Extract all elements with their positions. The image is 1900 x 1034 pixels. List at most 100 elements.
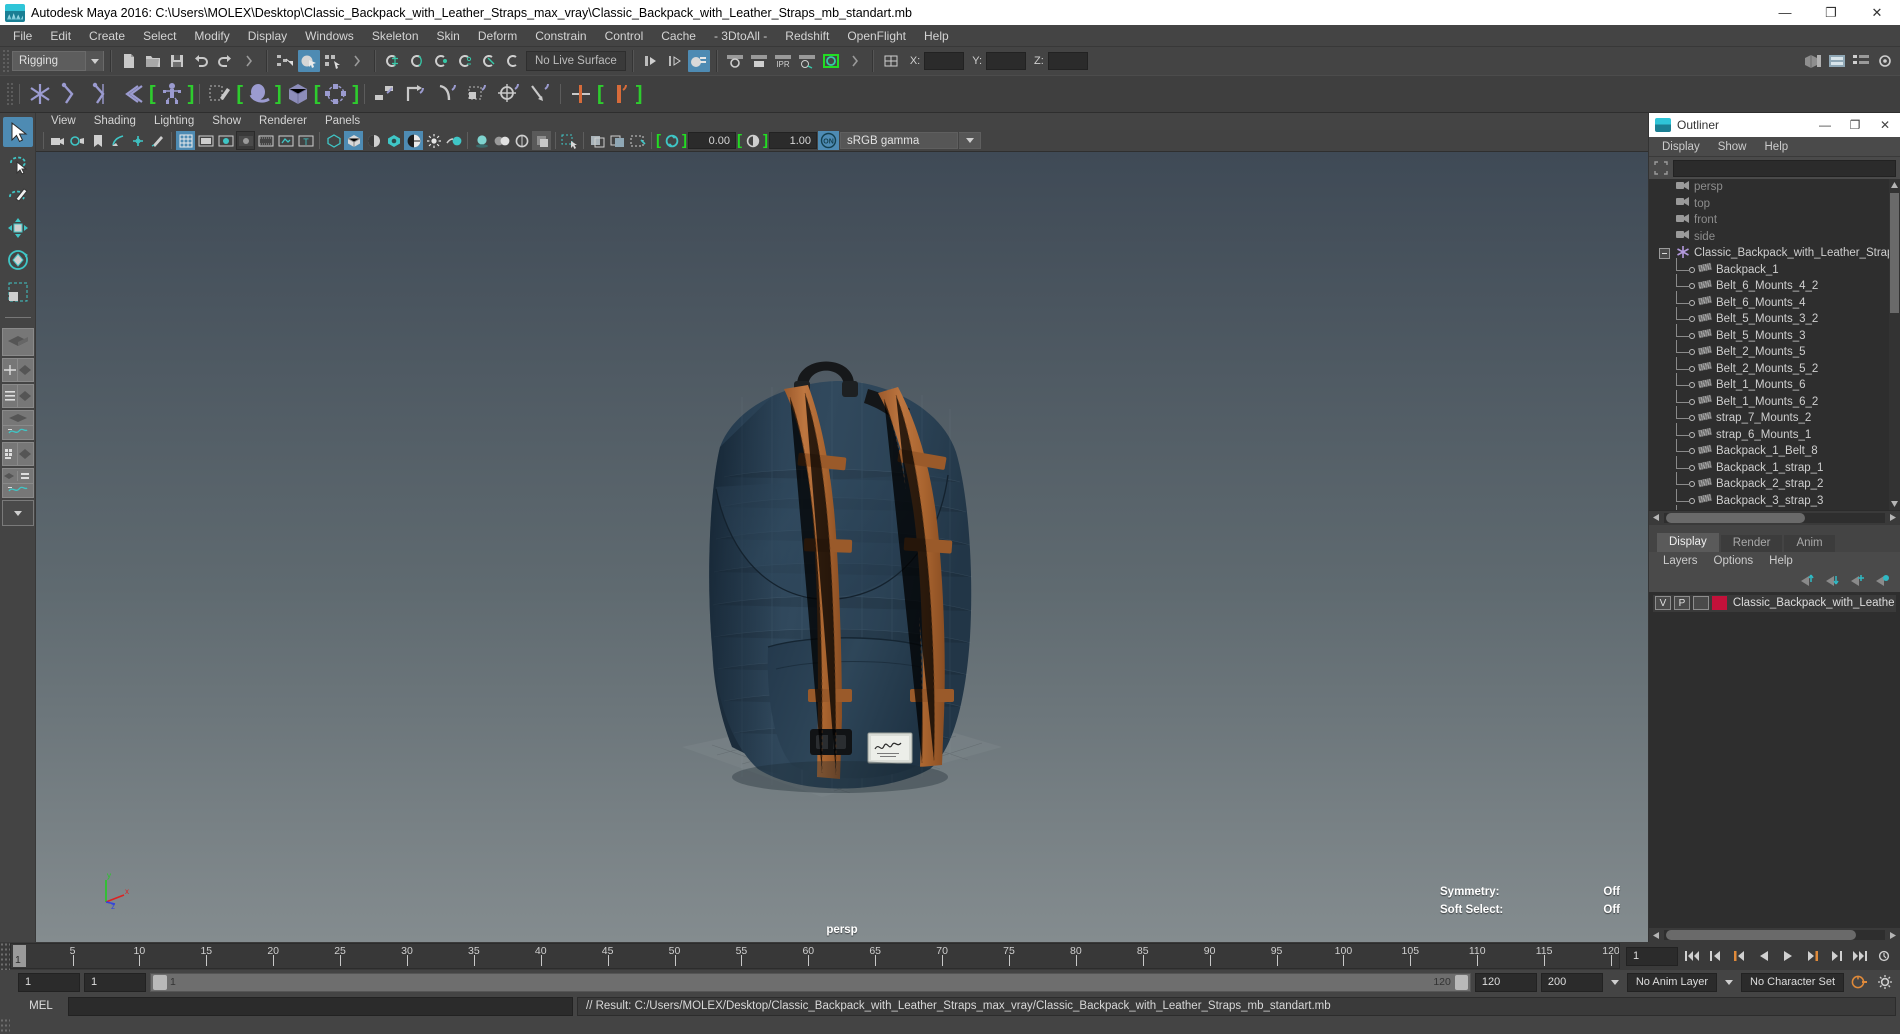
rotate-tool[interactable] bbox=[3, 245, 33, 275]
screen-space-ao-icon[interactable] bbox=[472, 131, 491, 150]
outliner-item-belt-2-mounts-5[interactable]: Belt_2_Mounts_5 bbox=[1649, 340, 1900, 361]
menu-item-cache[interactable]: Cache bbox=[652, 25, 705, 47]
select-by-object-type-icon[interactable] bbox=[298, 50, 320, 72]
motion-blur-icon[interactable] bbox=[492, 131, 511, 150]
anim-start-time-field[interactable]: 1 bbox=[18, 972, 80, 992]
select-tool[interactable] bbox=[2, 117, 33, 147]
four-view-layout-button[interactable] bbox=[1, 358, 34, 382]
command-input-field[interactable] bbox=[68, 996, 573, 1016]
use-all-lights-icon[interactable] bbox=[384, 131, 403, 150]
shelf-grip[interactable] bbox=[6, 82, 14, 106]
outliner-item-classic-backpack-with-leather-strap[interactable]: Classic_Backpack_with_Leather_Strap bbox=[1649, 245, 1900, 262]
outliner-item-persp[interactable]: persp bbox=[1649, 179, 1900, 196]
outliner-menu-show[interactable]: Show bbox=[1709, 137, 1756, 157]
layer-tab-anim[interactable]: Anim bbox=[1784, 534, 1835, 552]
render-settings-icon[interactable] bbox=[687, 50, 710, 72]
current-time-indicator[interactable]: 1 bbox=[13, 945, 26, 967]
outliner-item-belt-1-mounts-6-2[interactable]: Belt_1_Mounts_6_2 bbox=[1649, 389, 1900, 411]
open-scene-icon[interactable] bbox=[142, 50, 164, 72]
current-frame-field[interactable]: 1 bbox=[1626, 946, 1678, 966]
maximize-button[interactable]: ❐ bbox=[1808, 0, 1854, 25]
anim-end-time-field[interactable]: 200 bbox=[1540, 972, 1603, 992]
layer-playback-toggle[interactable]: P bbox=[1673, 596, 1690, 610]
outliner-item-belt-2-mounts-5-2[interactable]: Belt_2_Mounts_5_2 bbox=[1649, 356, 1900, 378]
snap-to-view-plane-icon[interactable] bbox=[478, 50, 500, 72]
two-sided-lighting-icon[interactable] bbox=[444, 131, 463, 150]
construction-history-off-icon[interactable] bbox=[664, 50, 686, 72]
snap-to-point-icon[interactable] bbox=[430, 50, 452, 72]
scroll-up-arrow-icon[interactable] bbox=[1889, 179, 1900, 191]
shadows-icon[interactable] bbox=[404, 131, 423, 150]
camera-attributes-icon[interactable] bbox=[68, 131, 87, 150]
outliner-maximize-button[interactable]: ❐ bbox=[1840, 113, 1870, 137]
outliner-item-front[interactable]: front bbox=[1649, 212, 1900, 229]
image-plane-icon[interactable] bbox=[108, 131, 127, 150]
two-d-pan-zoom-icon[interactable] bbox=[128, 131, 147, 150]
depth-of-field-icon[interactable] bbox=[532, 131, 551, 150]
select-by-component-type-icon[interactable] bbox=[322, 50, 344, 72]
insert-joint-tool-icon[interactable] bbox=[118, 78, 148, 110]
outliner-item-backpack-3-strap-3[interactable]: Backpack_3_strap_3 bbox=[1649, 488, 1900, 510]
menu-item-deform[interactable]: Deform bbox=[469, 25, 526, 47]
show-hide-attribute-editor-icon[interactable] bbox=[1826, 50, 1848, 72]
parent-constraint-icon[interactable] bbox=[370, 78, 400, 110]
pole-vector-constraint-icon[interactable] bbox=[525, 78, 555, 110]
create-ik-handle-icon[interactable] bbox=[56, 78, 86, 110]
scale-constraint-icon[interactable] bbox=[463, 78, 493, 110]
toolbar-collapse-icon-3[interactable] bbox=[844, 50, 866, 72]
outliner-item-backpack-1-belt-8[interactable]: Backpack_1_Belt_8 bbox=[1649, 439, 1900, 460]
play-forwards-icon[interactable] bbox=[1778, 946, 1798, 966]
step-back-frame-icon[interactable] bbox=[1730, 946, 1750, 966]
outliner-item-belt-6-mounts-4-2[interactable]: Belt_6_Mounts_4_2 bbox=[1649, 274, 1900, 295]
time-slider-track[interactable]: 1 5 10 15 20 25 30 35 40 45 50 55 60 65 70 75 80 85 90 95 1… bbox=[10, 943, 1620, 969]
select-camera-icon[interactable] bbox=[48, 131, 67, 150]
menu-item-3dtoall[interactable]: - 3DtoAll - bbox=[705, 25, 776, 47]
gamma-icon[interactable] bbox=[743, 131, 762, 150]
display-layer-row[interactable]: V P Classic_Backpack_with_Leathe bbox=[1653, 594, 1896, 612]
menu-item-edit[interactable]: Edit bbox=[41, 25, 80, 47]
layer-hscroll-thumb[interactable] bbox=[1666, 930, 1857, 940]
persp-graph-layout-button[interactable] bbox=[1, 410, 34, 440]
grid-toggle-icon[interactable] bbox=[176, 131, 195, 150]
connect-joint-icon[interactable] bbox=[605, 78, 635, 110]
menu-item-skin[interactable]: Skin bbox=[428, 25, 469, 47]
hscroll-thumb[interactable] bbox=[1666, 512, 1806, 523]
range-slider-bar[interactable]: 1 120 bbox=[150, 972, 1471, 992]
layer-tab-render[interactable]: Render bbox=[1720, 534, 1783, 552]
new-scene-icon[interactable] bbox=[118, 50, 140, 72]
expand-collapse-icon[interactable] bbox=[1653, 247, 1675, 259]
go-to-start-icon[interactable] bbox=[1682, 946, 1702, 966]
outliner-item-backpack-1-belt-7[interactable]: Backpack_1_Belt_7 bbox=[1649, 505, 1900, 510]
film-gate-icon[interactable] bbox=[196, 131, 215, 150]
z-coordinate-field[interactable] bbox=[1047, 52, 1088, 70]
ipr-render-icon[interactable]: IPR bbox=[772, 50, 794, 72]
render-settings-window-icon[interactable] bbox=[796, 50, 818, 72]
lasso-tool[interactable] bbox=[3, 149, 33, 179]
menu-item-redshift[interactable]: Redshift bbox=[776, 25, 838, 47]
menu-item-constrain[interactable]: Constrain bbox=[526, 25, 595, 47]
mirror-joint-icon[interactable] bbox=[566, 78, 596, 110]
toolbar-grip[interactable] bbox=[2, 49, 10, 73]
hscroll-track[interactable] bbox=[1664, 512, 1885, 523]
character-set-select[interactable]: No Character Set bbox=[1741, 972, 1844, 992]
step-back-key-icon[interactable] bbox=[1706, 946, 1726, 966]
exposure-icon[interactable] bbox=[662, 131, 681, 150]
lattice-deformer-icon[interactable] bbox=[283, 78, 313, 110]
exposure-reset-icon[interactable] bbox=[628, 131, 647, 150]
toolbar-collapse-icon[interactable] bbox=[238, 50, 260, 72]
y-coordinate-field[interactable] bbox=[986, 52, 1027, 70]
snap-to-projected-center-icon[interactable] bbox=[454, 50, 476, 72]
xray-joints-icon[interactable] bbox=[276, 131, 295, 150]
layer-hscroll-track[interactable] bbox=[1664, 930, 1885, 940]
viewport-menu-panels[interactable]: Panels bbox=[316, 113, 369, 130]
outliner-minimize-button[interactable]: — bbox=[1810, 113, 1840, 137]
move-layer-down-icon[interactable] bbox=[1823, 573, 1840, 588]
outliner-persp-layout-button[interactable] bbox=[1, 384, 34, 408]
outliner-item-belt-1-mounts-6[interactable]: Belt_1_Mounts_6 bbox=[1649, 373, 1900, 394]
make-live-icon[interactable] bbox=[502, 50, 524, 72]
layer-color-swatch[interactable] bbox=[1711, 596, 1727, 610]
scale-tool[interactable] bbox=[3, 277, 33, 307]
outliner-menu-help[interactable]: Help bbox=[1756, 137, 1798, 157]
close-button[interactable]: ✕ bbox=[1854, 0, 1900, 25]
live-surface-field[interactable]: No Live Surface bbox=[526, 51, 626, 71]
